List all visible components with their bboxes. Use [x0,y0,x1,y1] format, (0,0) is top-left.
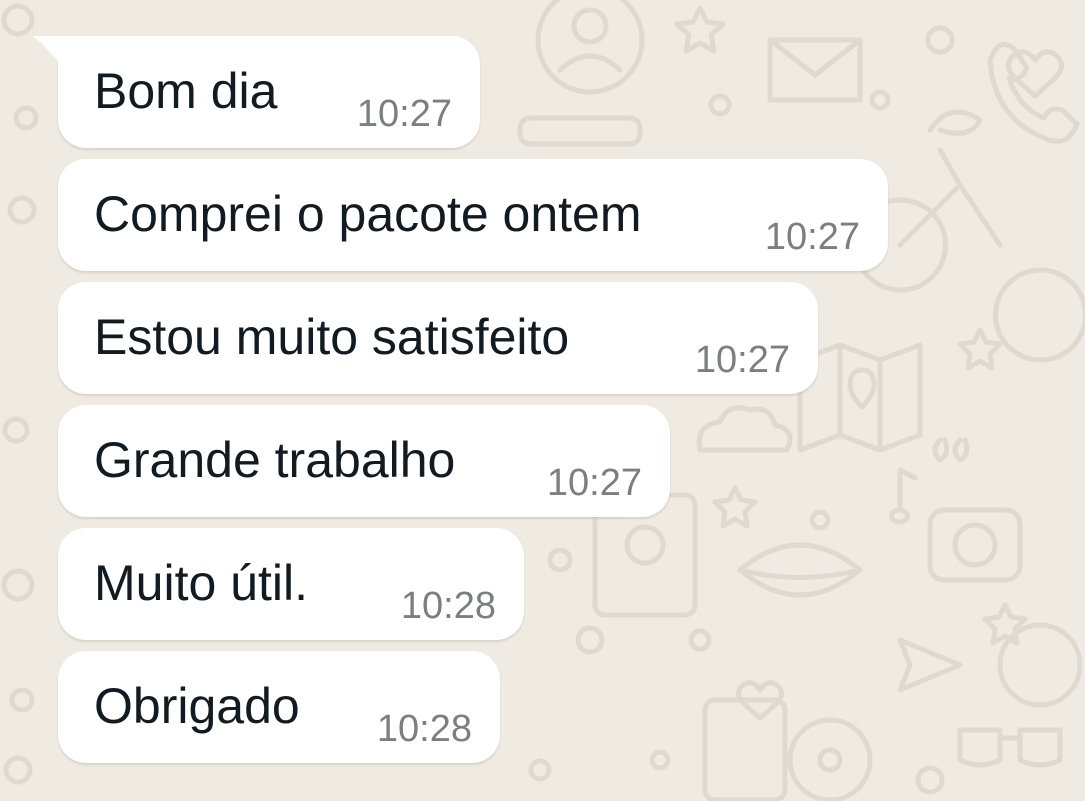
message-bubble[interactable]: Grande trabalho 10:27 [58,405,670,517]
doodle-circle-icon [997,622,1083,708]
music-note-icon [889,467,918,525]
message-text: Bom dia [94,63,278,119]
doodle-circle-icon [2,416,30,444]
message-time: 10:27 [694,339,790,381]
star-icon [957,327,1003,371]
bubble-tail-icon [32,36,60,64]
scribble-icon [927,109,983,136]
camera-icon [952,522,998,568]
camera-icon [927,507,1023,583]
doodle-circle-icon [7,195,37,225]
message-bubble[interactable]: Comprei o pacote ontem 10:27 [58,159,888,271]
quote-icon [932,437,970,463]
doodle-circle-icon [3,755,33,785]
message-bubble[interactable]: Obrigado 10:28 [58,651,500,763]
message-text: Grande trabalho [94,432,456,488]
message-time: 10:27 [356,93,452,135]
doodle-circle-icon [9,687,35,713]
message-text: Muito útil. [94,555,308,611]
doodle-circle-icon [925,25,955,55]
doodle-circle-icon [1,3,35,37]
message-bubble[interactable]: Estou muito satisfeito 10:27 [58,282,818,394]
doodle-circle-icon [915,765,945,795]
message-bubble[interactable]: Muito útil. 10:28 [58,528,524,640]
message-time: 10:28 [376,708,472,750]
doodle-circle-icon [1,568,35,602]
message-list: Bom dia 10:27 Comprei o pacote ontem 10:… [32,36,888,774]
message-text: Obrigado [94,678,300,734]
message-bubble[interactable]: Bom dia 10:27 [32,36,480,148]
paper-plane-icon [897,637,963,693]
message-text: Estou muito satisfeito [94,309,570,365]
message-text: Comprei o pacote ontem [94,186,642,242]
message-time: 10:27 [546,462,642,504]
glasses-icon [957,727,1063,768]
bicycle-icon [853,147,1085,363]
star-icon [982,602,1028,646]
message-time: 10:27 [764,216,860,258]
message-time: 10:28 [400,585,496,627]
doodle-circle-icon [13,105,39,131]
